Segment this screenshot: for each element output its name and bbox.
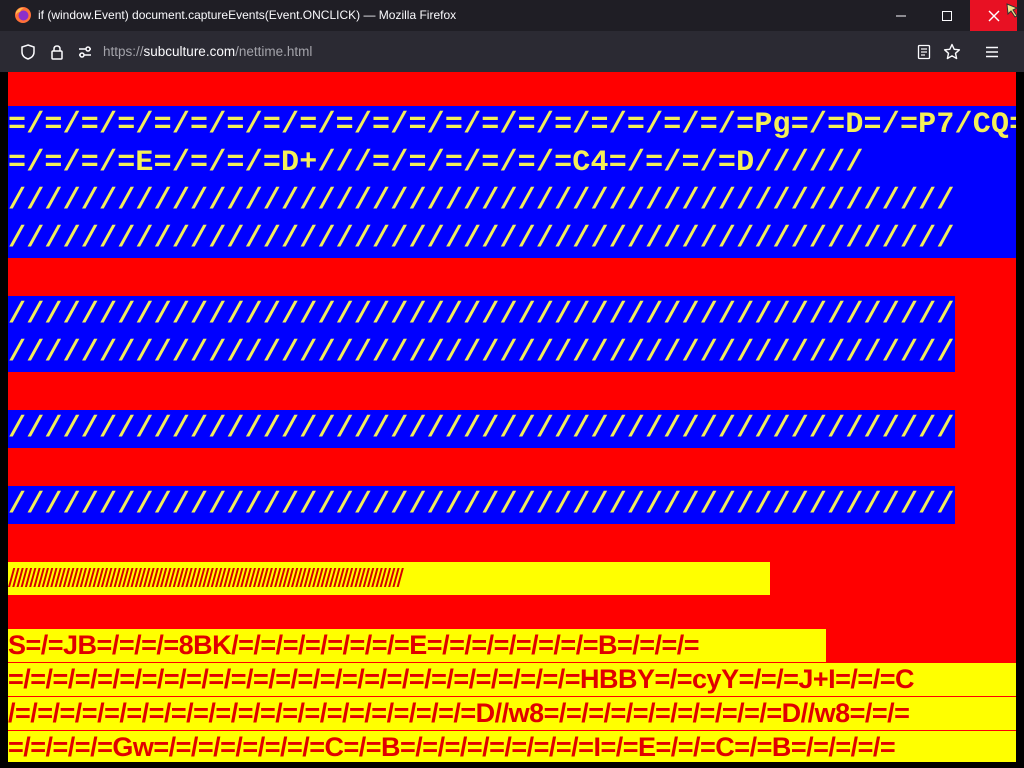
blue-text-band-4: ////////////////////////////////////////… — [8, 486, 955, 524]
menu-icon[interactable] — [983, 43, 1001, 61]
url-bar[interactable]: https://subculture.com/nettime.html — [103, 31, 312, 72]
window-titlebar[interactable]: if (window.Event) document.captureEvents… — [0, 0, 1024, 31]
url-path: /nettime.html — [235, 44, 313, 59]
band-text-line: =/=/=/=/=/=/=/=/=/=/=/=/=/=/=/=/=/=/=/=/… — [8, 108, 1016, 142]
blue-text-band-3: ////////////////////////////////////////… — [8, 410, 955, 448]
red-text: =/=/=/=/=/=/=/=/=/=/=/=/=/=/=/=/=/=/=/=/… — [8, 664, 914, 694]
yellow-slash-strip: ////////////////////////////////////////… — [8, 562, 770, 595]
lock-icon[interactable] — [48, 43, 66, 61]
window-title: if (window.Event) document.captureEvents… — [38, 8, 457, 22]
red-text: =/=/=/=/=Gw=/=/=/=/=/=/=/=C=/=B=/=/=/=/=… — [8, 732, 896, 762]
band-text-line: =/=/=/=E=/=/=/=D+///=/=/=/=/=/=C4=/=/=/=… — [8, 146, 864, 180]
shield-icon[interactable] — [19, 43, 37, 61]
band-text-line: ////////////////////////////////////////… — [8, 412, 955, 446]
blue-text-band-2: ////////////////////////////////////////… — [8, 296, 955, 372]
red-text-line-4: =/=/=/=/=Gw=/=/=/=/=/=/=/=C=/=B=/=/=/=/=… — [8, 731, 1016, 762]
page-content: =/=/=/=/=/=/=/=/=/=/=/=/=/=/=/=/=/=/=/=/… — [8, 72, 1016, 762]
red-text-line-1: S=/=JB=/=/=/=8BK/=/=/=/=/=/=/=/=E=/=/=/=… — [8, 629, 826, 662]
band-text-line: ////////////////////////////////////////… — [8, 222, 955, 256]
minimize-button[interactable] — [878, 0, 924, 31]
navigation-toolbar: https://subculture.com/nettime.html — [0, 31, 1024, 72]
minimize-icon — [896, 15, 906, 16]
red-text-line-3: /=/=/=/=/=/=/=/=/=/=/=/=/=/=/=/=/=/=/=/=… — [8, 697, 1016, 730]
band-text-line: ////////////////////////////////////////… — [8, 184, 955, 218]
blue-text-band-1: =/=/=/=/=/=/=/=/=/=/=/=/=/=/=/=/=/=/=/=/… — [8, 106, 1016, 258]
red-text: /=/=/=/=/=/=/=/=/=/=/=/=/=/=/=/=/=/=/=/=… — [8, 698, 910, 728]
maximize-icon — [942, 10, 952, 21]
red-text-line-2: =/=/=/=/=/=/=/=/=/=/=/=/=/=/=/=/=/=/=/=/… — [8, 663, 1016, 696]
url-host: subculture.com — [143, 44, 236, 59]
slash-text: ////////////////////////////////////////… — [8, 563, 404, 593]
url-scheme: https:// — [103, 44, 144, 59]
close-icon — [988, 10, 999, 21]
firefox-logo-icon — [14, 6, 32, 24]
bookmark-star-icon[interactable] — [943, 43, 961, 61]
band-text-line: ////////////////////////////////////////… — [8, 336, 955, 370]
band-text-line: ////////////////////////////////////////… — [8, 298, 955, 332]
band-text-line: ////////////////////////////////////////… — [8, 488, 955, 522]
red-text: S=/=JB=/=/=/=8BK/=/=/=/=/=/=/=/=E=/=/=/=… — [8, 630, 700, 660]
pointer-cursor-icon — [1005, 2, 1021, 18]
window-bottom-border — [0, 762, 1024, 768]
reader-view-icon[interactable] — [915, 43, 933, 61]
maximize-button[interactable] — [924, 0, 970, 31]
permissions-icon[interactable] — [76, 43, 94, 61]
